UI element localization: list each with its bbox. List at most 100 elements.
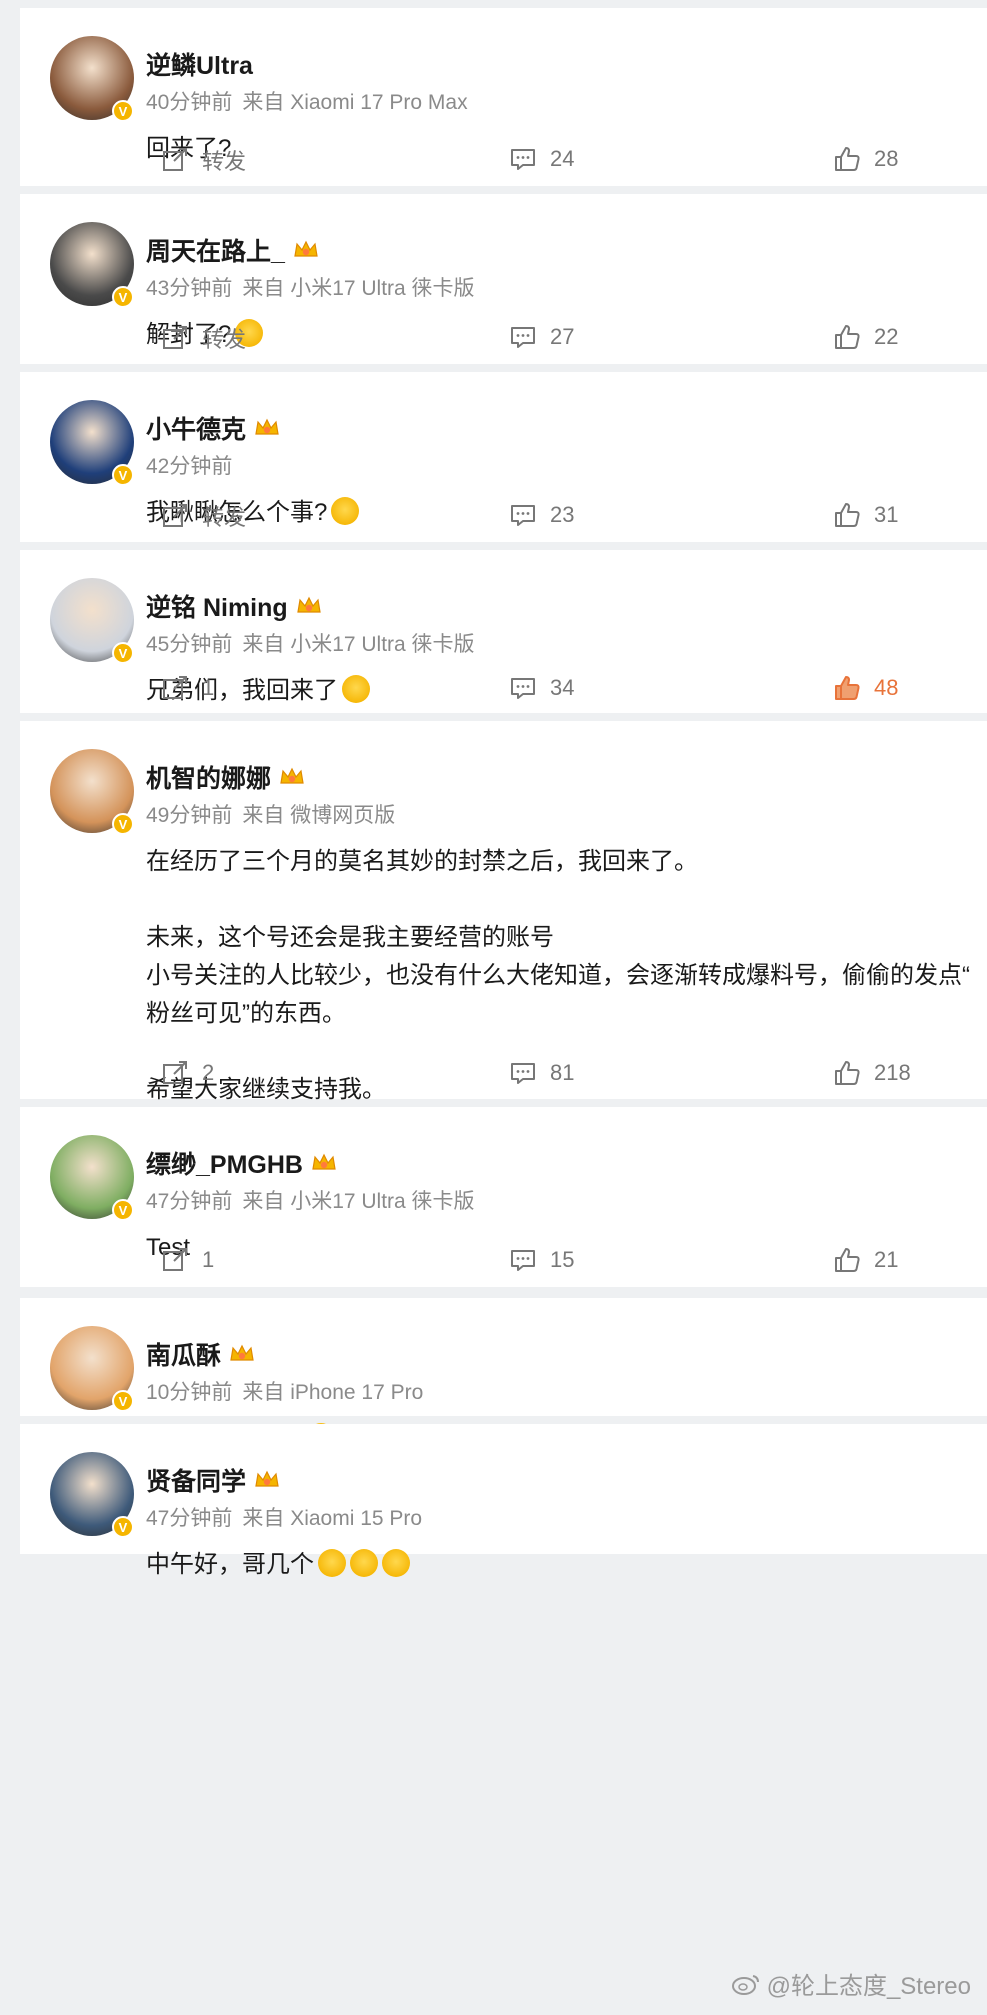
repost-button[interactable]: 1 — [160, 673, 214, 703]
like-button-count: 31 — [874, 502, 899, 527]
like-button-count: 48 — [874, 675, 899, 700]
comment-source: 来自 Xiaomi 15 Pro — [242, 1507, 423, 1530]
comment-source: 来自 小米17 Ultra 徕卡版 — [242, 633, 475, 656]
comment-icon — [511, 678, 535, 699]
vip-crown-icon — [255, 1470, 279, 1487]
username-text[interactable]: 缥缈_PMGHB — [146, 1145, 303, 1181]
comment-source: 来自 微博网页版 — [242, 804, 396, 827]
comment-text-line: 小号关注的人比较少，也没有什么大佬知道，会逐渐转成爆料号，偷偷的发点“ — [146, 962, 970, 989]
verified-badge-icon: V — [112, 813, 134, 835]
repost-button-count: 2 — [202, 1060, 215, 1085]
comment-source: 来自 小米17 Ultra 徕卡版 — [242, 1190, 475, 1213]
emoji-icon — [350, 1549, 378, 1577]
comment-button[interactable]: 15 — [508, 1245, 574, 1275]
action-bar: 2 81 218 — [20, 1058, 987, 1098]
comment-card[interactable]: V 机智的娜娜 49分钟前 来自 微博网页版 在经历了三个月的莫名其妙的封禁之后，我回来… — [20, 721, 987, 1141]
username[interactable]: 机智的娜娜 — [146, 759, 305, 795]
comment-time: 10分钟前 — [146, 1381, 233, 1404]
comment-card[interactable]: V 缥缈_PMGHB 47分钟前 来自 小米17 Ultra 徕卡版 Test 1 15 21 — [20, 1107, 987, 1287]
username-text[interactable]: 逆铭 Niming — [146, 588, 288, 624]
username[interactable]: 周天在路上_ — [146, 232, 319, 268]
comment-button-count: 81 — [550, 1060, 575, 1085]
username[interactable]: 缥缈_PMGHB — [146, 1145, 337, 1181]
username-text[interactable]: 机智的娜娜 — [146, 759, 271, 795]
comment-card[interactable]: V 小牛德克 42分钟前 我瞅瞅怎么个事? 转发 23 31 — [20, 372, 987, 542]
action-bar: 转发 24 28 — [20, 144, 987, 184]
username-text[interactable]: 贤备同学 — [146, 1462, 246, 1498]
repost-button[interactable]: 转发 — [160, 322, 246, 354]
verified-badge-icon: V — [112, 1516, 134, 1538]
comment-icon — [511, 505, 535, 526]
comment-icon — [511, 1063, 535, 1084]
comment-icon — [511, 1250, 535, 1271]
username-text[interactable]: 南瓜酥 — [146, 1336, 221, 1372]
action-bar: 转发 27 22 — [20, 322, 987, 362]
username[interactable]: 逆鳞Ultra — [146, 46, 253, 82]
comment-button[interactable]: 24 — [508, 144, 574, 174]
comment-button[interactable]: 81 — [508, 1058, 574, 1088]
comment-text-line: 粉丝可见”的东西。 — [146, 1000, 346, 1027]
comment-body: 在经历了三个月的莫名其妙的封禁之后，我回来了。 未来，这个号还会是我主要经营的账号… — [146, 843, 986, 1147]
comment-card[interactable]: V 逆铭 Niming 45分钟前 来自 小米17 Ultra 徕卡版 兄弟们，我回来了… — [20, 550, 987, 713]
username[interactable]: 小牛德克 — [146, 410, 280, 446]
comment-time: 42分钟前 — [146, 455, 233, 478]
comment-icon — [511, 149, 535, 170]
like-button[interactable]: 48 — [832, 673, 898, 703]
watermark-text: @轮上态度_Stereo — [766, 1973, 971, 2000]
watermark: @轮上态度_Stereo — [731, 1966, 971, 2001]
comment-meta: 42分钟前 — [146, 450, 232, 480]
like-icon — [835, 503, 860, 527]
like-icon — [835, 676, 860, 700]
verified-badge-icon: V — [112, 642, 134, 664]
comment-button-count: 15 — [550, 1247, 575, 1272]
comment-text-line: 未来，这个号还会是我主要经营的账号 — [146, 924, 554, 951]
like-button[interactable]: 31 — [832, 500, 898, 530]
username[interactable]: 南瓜酥 — [146, 1336, 255, 1372]
username-text[interactable]: 周天在路上_ — [146, 232, 285, 268]
repost-button[interactable]: 2 — [160, 1058, 214, 1088]
comment-button[interactable]: 27 — [508, 322, 574, 352]
comment-time: 47分钟前 — [146, 1507, 233, 1530]
comment-source: 来自 iPhone 17 Pro — [242, 1381, 424, 1404]
like-button[interactable]: 22 — [832, 322, 898, 352]
comment-button-count: 34 — [550, 675, 575, 700]
comment-time: 49分钟前 — [146, 804, 233, 827]
verified-badge-icon: V — [112, 464, 134, 486]
verified-badge-icon: V — [112, 100, 134, 122]
like-button[interactable]: 28 — [832, 144, 898, 174]
like-button[interactable]: 21 — [832, 1245, 898, 1275]
comment-button[interactable]: 34 — [508, 673, 574, 703]
action-bar: 1 34 48 — [20, 673, 987, 713]
comment-meta: 45分钟前 来自 小米17 Ultra 徕卡版 — [146, 628, 475, 658]
comment-button[interactable]: 23 — [508, 500, 574, 530]
repost-icon — [163, 504, 187, 527]
like-button[interactable]: 218 — [832, 1058, 911, 1088]
comment-time: 45分钟前 — [146, 633, 233, 656]
username-text[interactable]: 小牛德克 — [146, 410, 246, 446]
emoji-icon — [318, 1549, 346, 1577]
repost-icon — [163, 676, 187, 699]
comment-card[interactable]: V 贤备同学 47分钟前 来自 Xiaomi 15 Pro 中午好，哥几个 — [20, 1424, 987, 1578]
comment-card[interactable]: V 周天在路上_ 43分钟前 来自 小米17 Ultra 徕卡版 解封了? 转发 27 22 — [20, 194, 987, 364]
verified-badge-icon: V — [112, 286, 134, 308]
repost-button[interactable]: 1 — [160, 1245, 214, 1275]
username[interactable]: 贤备同学 — [146, 1462, 280, 1498]
like-icon — [835, 147, 860, 171]
comment-meta: 47分钟前 来自 小米17 Ultra 徕卡版 — [146, 1185, 475, 1215]
like-icon — [835, 1061, 860, 1085]
comment-card[interactable]: V南瓜酥10分钟前来自 iPhone 17 Pro我复活了?？？ — [20, 1298, 987, 1452]
comment-card[interactable]: V 逆鳞Ultra 40分钟前 来自 Xiaomi 17 Pro Max 回来了? 转发 2… — [20, 8, 987, 186]
repost-button[interactable]: 转发 — [160, 144, 246, 176]
comment-feed: V 逆鳞Ultra 40分钟前 来自 Xiaomi 17 Pro Max 回来了? 转发 2… — [0, 0, 987, 2015]
vip-crown-icon — [312, 1153, 336, 1170]
comment-meta: 47分钟前 来自 Xiaomi 15 Pro — [146, 1502, 422, 1532]
repost-icon — [163, 1061, 187, 1084]
repost-icon — [163, 326, 187, 349]
username-text[interactable]: 逆鳞Ultra — [146, 46, 253, 82]
comment-meta: 43分钟前 来自 小米17 Ultra 徕卡版 — [146, 272, 475, 302]
comment-source: 来自 Xiaomi 17 Pro Max — [242, 91, 468, 114]
repost-button[interactable]: 转发 — [160, 500, 246, 532]
comment-meta: 10分钟前 来自 iPhone 17 Pro — [146, 1376, 423, 1406]
comment-button-count: 27 — [550, 324, 575, 349]
username[interactable]: 逆铭 Niming — [146, 588, 322, 624]
